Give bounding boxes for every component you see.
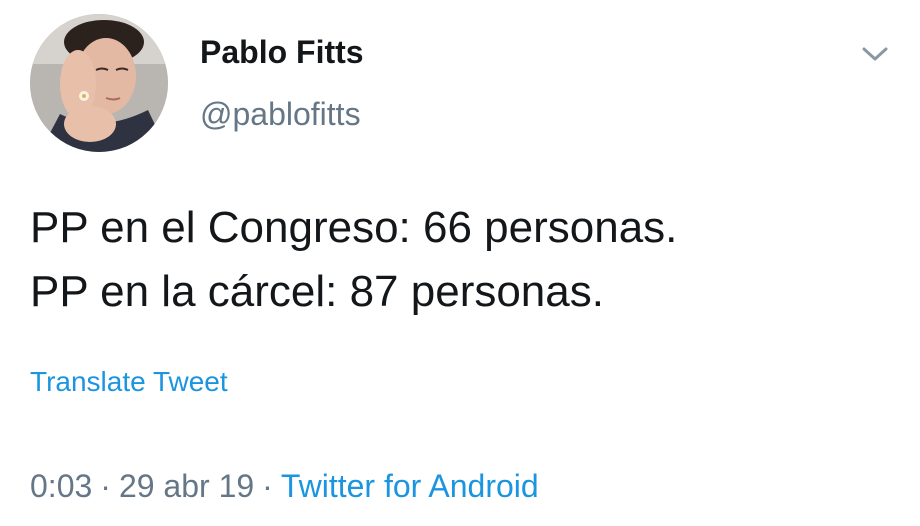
tweet-time: 0:03 [30,468,93,504]
tweet-source-link[interactable]: Twitter for Android [281,468,539,504]
tweet-text-line: PP en la cárcel: 87 personas. [30,267,604,316]
translate-tweet-link[interactable]: Translate Tweet [30,366,228,398]
tweet-card: Pablo Fitts @pablofitts PP en el Congres… [0,0,920,526]
avatar-image [30,14,168,152]
display-name[interactable]: Pablo Fitts [200,34,364,71]
tweet-text: PP en el Congreso: 66 personas. PP en la… [30,196,900,324]
more-options-button[interactable] [858,40,892,68]
meta-separator: · [262,468,273,504]
meta-separator: · [100,468,111,504]
user-handle[interactable]: @pablofitts [200,96,361,133]
tweet-meta: 0:03 · 29 abr 19 · Twitter for Android [30,468,539,505]
tweet-text-line: PP en el Congreso: 66 personas. [30,203,678,252]
chevron-down-icon [862,47,888,61]
tweet-date: 29 abr 19 [118,468,255,504]
avatar[interactable] [30,14,168,152]
